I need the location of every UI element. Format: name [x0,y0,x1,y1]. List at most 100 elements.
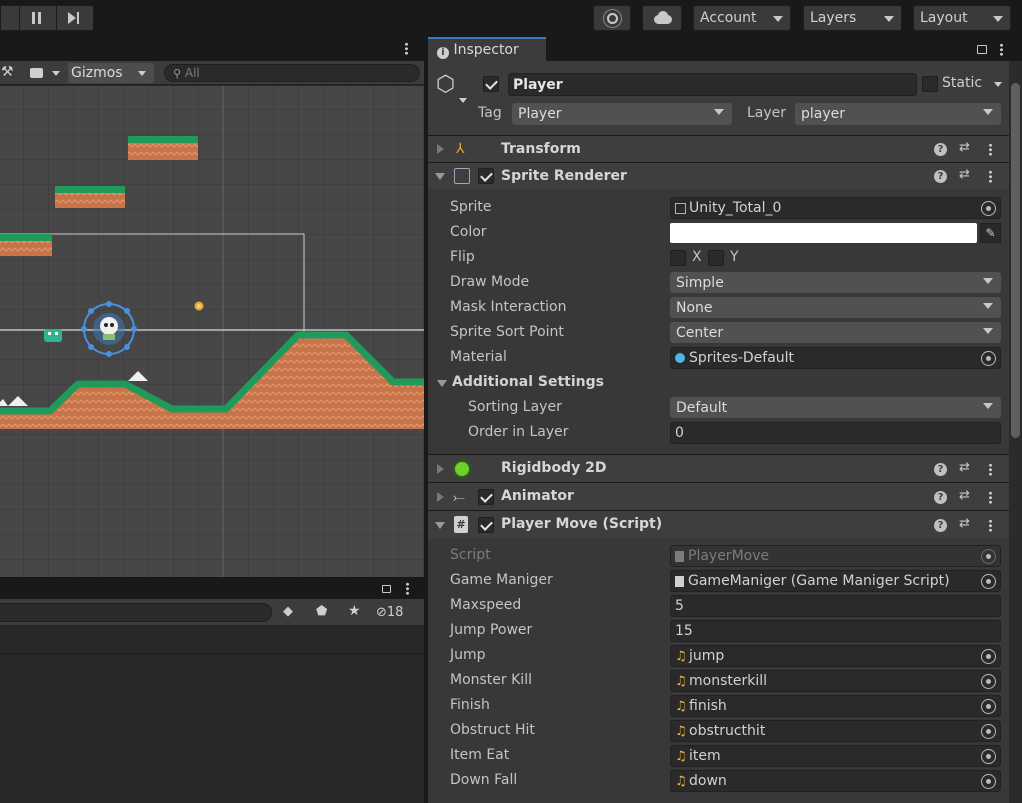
help-icon[interactable]: ? [934,519,947,532]
active-checkbox[interactable] [483,76,499,92]
scrollbar-thumb[interactable] [1011,83,1020,438]
layer-dropdown[interactable]: player [795,103,1001,125]
star-icon[interactable]: ★ [348,604,362,618]
object-picker-icon[interactable] [981,201,996,216]
monster-kill-audio-field[interactable]: ♫ monsterkill [670,670,1001,692]
cloud-button[interactable] [642,5,682,31]
gizmos-button[interactable]: Gizmos [68,63,154,83]
preset-icon[interactable]: ⇄ [959,461,973,475]
expand-icon[interactable] [437,144,444,154]
sprite-renderer-component-header[interactable]: Sprite Renderer ? ⇄ [428,162,1009,189]
help-icon[interactable]: ? [934,463,947,476]
scene-menu-icon[interactable] [405,42,408,55]
inspector-tab[interactable]: i Inspector [428,37,546,61]
rigidbody-component-header[interactable]: Rigidbody 2D ? ⇄ [428,454,1009,482]
component-menu-icon[interactable] [989,491,992,504]
game-manager-value: GameManiger (Game Maniger Script) [688,573,950,589]
transform-component-header[interactable]: ⅄ Transform ? ⇄ [428,135,1009,162]
component-menu-icon[interactable] [989,170,992,183]
component-menu-icon[interactable] [989,143,992,156]
color-field[interactable] [670,223,977,243]
object-picker-icon[interactable] [981,574,996,589]
camera-icon[interactable] [30,68,43,78]
help-icon[interactable]: ? [934,491,947,504]
material-icon [675,353,685,363]
chevron-down-icon [994,82,1002,87]
game-manager-field[interactable]: GameManiger (Game Maniger Script) [670,570,1001,592]
hidden-packages-button[interactable]: ⊘18 [376,604,420,622]
lighting-button[interactable] [593,5,631,31]
jump-power-input[interactable]: 15 [670,620,1001,642]
inspector-scrollbar[interactable] [1009,61,1022,803]
project-menu-icon[interactable] [406,582,409,595]
component-menu-icon[interactable] [989,519,992,532]
step-button[interactable] [58,6,94,30]
layer-label: Layer [747,105,787,121]
tools-icon[interactable]: ⚒ [1,64,17,80]
additional-settings-label[interactable]: Additional Settings [452,374,604,390]
rigidbody-title: Rigidbody 2D [501,460,607,476]
static-checkbox[interactable] [922,76,938,92]
draw-mode-dropdown[interactable]: Simple [670,272,1001,293]
sprite-renderer-enabled-checkbox[interactable] [478,168,494,184]
help-icon[interactable]: ? [934,170,947,183]
pause-button[interactable] [19,6,57,30]
lock-icon[interactable] [977,45,987,54]
tag-dropdown[interactable]: Player [512,103,732,125]
object-picker-icon[interactable] [981,649,996,664]
finish-audio-field[interactable]: ♫ finish [670,695,1001,717]
object-picker-icon[interactable] [981,699,996,714]
static-dropdown[interactable]: Static [942,75,1004,93]
chevron-down-icon [983,328,993,334]
collapse-icon[interactable] [435,173,445,180]
project-search-input[interactable] [0,603,272,622]
audio-clip-icon: ♫ [675,648,687,664]
sprite-field[interactable]: Unity_Total_0 [670,197,1001,219]
tag-icon[interactable]: ⬟ [316,605,330,619]
animator-component-header[interactable]: ⤚ Animator ? ⇄ [428,482,1009,510]
script-field: PlayerMove [670,545,1001,567]
sorting-layer-dropdown[interactable]: Default [670,397,1001,418]
obstruct-hit-audio-field[interactable]: ♫ obstructhit [670,720,1001,742]
mask-interaction-dropdown[interactable]: None [670,297,1001,318]
account-dropdown[interactable]: Account [693,5,791,31]
preset-icon[interactable]: ⇄ [959,168,973,182]
additional-settings-collapse-icon[interactable] [437,380,447,387]
order-in-layer-input[interactable]: 0 [670,422,1001,444]
maxspeed-input[interactable]: 5 [670,595,1001,617]
object-picker-icon[interactable] [981,749,996,764]
object-name-input[interactable]: Player [508,73,917,96]
player-move-enabled-checkbox[interactable] [478,517,494,533]
layers-dropdown[interactable]: Layers [803,5,902,31]
preset-icon[interactable]: ⇄ [959,489,973,503]
eyedropper-icon[interactable]: ✎ [980,223,1001,243]
chevron-down-icon [983,303,993,309]
preset-icon[interactable]: ⇄ [959,517,973,531]
expand-icon[interactable] [437,492,444,502]
lock-icon[interactable] [382,585,391,593]
filter-by-type-icon[interactable]: ◆ [283,605,297,619]
player-move-component-header[interactable]: # Player Move (Script) ? ⇄ [428,510,1009,538]
object-picker-icon[interactable] [981,774,996,789]
layout-dropdown[interactable]: Layout [913,5,1011,31]
material-field[interactable]: Sprites-Default [670,347,1001,369]
sort-point-dropdown[interactable]: Center [670,322,1001,343]
down-fall-audio-field[interactable]: ♫ down [670,770,1001,792]
animator-enabled-checkbox[interactable] [478,489,494,505]
help-icon[interactable]: ? [934,143,947,156]
flip-x-checkbox[interactable] [670,250,686,266]
scene-canvas[interactable] [0,86,424,577]
expand-icon[interactable] [437,464,444,474]
flip-y-checkbox[interactable] [708,250,724,266]
jump-audio-field[interactable]: ♫ jump [670,645,1001,667]
component-menu-icon[interactable] [989,463,992,476]
scene-search-input[interactable]: ⚲ All [164,64,420,82]
object-picker-icon[interactable] [981,674,996,689]
object-picker-icon[interactable] [981,724,996,739]
collapse-icon[interactable] [435,522,445,529]
item-eat-audio-field[interactable]: ♫ item [670,745,1001,767]
chevron-down-icon[interactable] [52,71,60,76]
object-picker-icon[interactable] [981,351,996,366]
inspector-menu-icon[interactable] [1000,43,1003,56]
preset-icon[interactable]: ⇄ [959,141,973,155]
